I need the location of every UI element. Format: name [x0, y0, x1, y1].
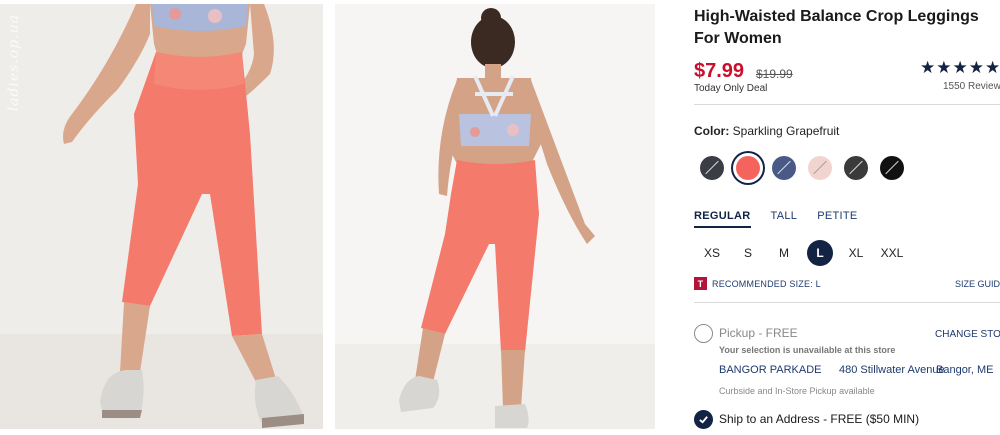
pickup-radio[interactable]	[694, 324, 713, 343]
size-options: XS S M L XL XXL	[694, 240, 910, 266]
checkmark-icon	[699, 416, 708, 424]
change-store-link[interactable]: CHANGE STOR	[935, 329, 1000, 340]
ship-label: Ship to an Address - FREE ($50 MIN)	[719, 412, 920, 426]
swatch-dark-gray[interactable]	[844, 156, 868, 180]
color-label-key: Color:	[694, 124, 730, 138]
color-label: Color: Sparkling Grapefruit	[694, 124, 839, 138]
swatch-sparkling-grapefruit[interactable]	[736, 156, 760, 180]
product-info-panel: High-Waisted Balance Crop Leggings For W…	[694, 0, 1000, 435]
unavailable-message: Your selection is unavailable at this st…	[719, 345, 896, 355]
deal-label: Today Only Deal	[694, 83, 768, 94]
size-m[interactable]: M	[766, 240, 802, 266]
curbside-note: Curbside and In-Store Pickup available	[719, 386, 875, 396]
sale-price: $7.99	[694, 60, 745, 82]
original-price: $19.99	[756, 67, 793, 81]
product-image-back[interactable]	[335, 4, 655, 429]
size-l[interactable]: L	[807, 240, 833, 266]
swatch-black[interactable]	[880, 156, 904, 180]
back-model-illustration	[335, 4, 655, 429]
true-fit-icon: T	[694, 277, 707, 290]
divider	[694, 302, 1000, 303]
watermark: ladies.op.ua	[6, 14, 22, 112]
size-s[interactable]: S	[730, 240, 766, 266]
star-rating[interactable]: ★★★★★	[920, 58, 1000, 78]
product-image-front[interactable]: ladies.op.ua	[0, 4, 323, 429]
review-count-link[interactable]: 1550 Review	[943, 81, 1000, 92]
size-xs[interactable]: XS	[694, 240, 730, 266]
swatch-blue-heather[interactable]	[772, 156, 796, 180]
color-swatches	[700, 156, 904, 180]
tab-tall[interactable]: TALL	[771, 210, 798, 228]
divider	[694, 104, 1000, 105]
store-name: BANGOR PARKADE	[719, 364, 822, 376]
size-guide-link[interactable]: SIZE GUID	[955, 279, 1000, 289]
store-city: Bangor, ME	[936, 364, 994, 376]
pickup-label: Pickup - FREE	[719, 326, 798, 340]
product-title: High-Waisted Balance Crop Leggings For W…	[694, 8, 979, 47]
swatch-floral-print[interactable]	[808, 156, 832, 180]
color-value: Sparkling Grapefruit	[732, 124, 840, 138]
size-xl[interactable]: XL	[838, 240, 874, 266]
recommended-size-text[interactable]: RECOMMENDED SIZE: L	[712, 279, 821, 289]
front-model-illustration	[0, 4, 323, 429]
ship-radio[interactable]	[694, 410, 713, 429]
tab-regular[interactable]: REGULAR	[694, 210, 751, 228]
store-address: 480 Stillwater Avenue	[839, 364, 945, 376]
tab-petite[interactable]: PETITE	[817, 210, 857, 228]
size-xxl[interactable]: XXL	[874, 240, 910, 266]
recommended-size: T RECOMMENDED SIZE: L	[694, 277, 821, 290]
swatch-charcoal-print[interactable]	[700, 156, 724, 180]
fit-tabs: REGULAR TALL PETITE	[694, 210, 858, 228]
